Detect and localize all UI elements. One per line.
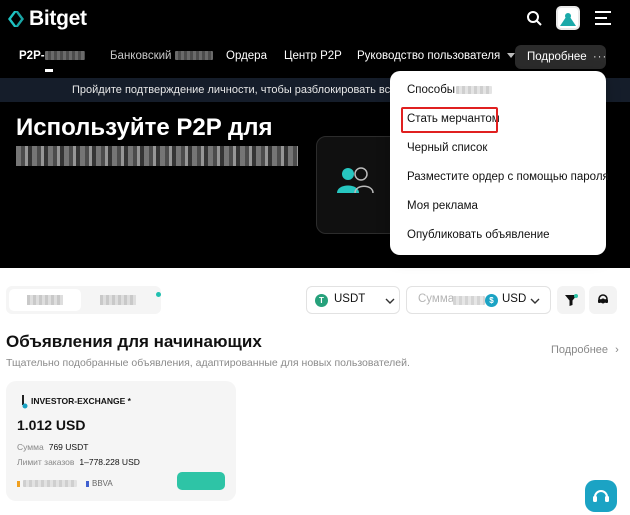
chevron-down-icon	[530, 298, 540, 304]
more-dropdown-menu: Способы Стать мерчантом Черный список Ра…	[390, 71, 609, 255]
more-button-label: Подробнее	[527, 51, 587, 63]
filter-icon	[565, 294, 578, 306]
blurred-text	[100, 295, 136, 305]
buy-sell-tabs	[6, 286, 161, 314]
payment-dot-icon	[17, 480, 20, 487]
nav-item-bank[interactable]: Банковский	[110, 44, 213, 68]
section-title: Объявления для начинающих	[6, 332, 262, 351]
ad-amount-value: 769 USDT	[48, 442, 89, 452]
menu-item-my-ads[interactable]: Моя реклама	[407, 196, 478, 216]
avatar-icon	[558, 8, 578, 28]
blurred-text	[44, 51, 85, 61]
blurred-text	[27, 295, 63, 305]
ad-payment-methods: BBVA	[17, 479, 113, 488]
ad-amount-label: Сумма	[17, 442, 44, 452]
ad-limit-row: Лимит заказов 1–778.228 USD	[17, 457, 140, 467]
highlight-box	[401, 107, 498, 133]
more-link-label: Подробнее	[551, 344, 609, 356]
more-button[interactable]: Подробнее ···	[515, 45, 606, 69]
blurred-text	[456, 85, 493, 94]
hamburger-menu-icon	[595, 11, 611, 25]
bitget-logo[interactable]: Bitget	[6, 6, 87, 32]
nav-item-user-guide[interactable]: Руководство пользователя	[357, 44, 516, 68]
nav-p2p-label: P2P-	[19, 50, 45, 62]
section-subtitle: Тщательно подобранные объявления, адапти…	[6, 357, 410, 369]
bitget-logo-icon	[8, 11, 24, 27]
agent-icon	[598, 294, 608, 304]
ad-limit-value: 1–778.228 USD	[79, 457, 140, 467]
payment-method-label: BBVA	[92, 479, 113, 488]
crypto-select[interactable]: T USDT	[306, 286, 400, 314]
blurred-text	[174, 51, 213, 61]
top-navigation-bar: Bitget P2P- Банковский Ордера Центр P2P	[0, 0, 630, 78]
chevron-down-icon	[385, 298, 395, 304]
more-link[interactable]: Подробнее ›	[551, 344, 619, 356]
chevron-right-icon: ›	[615, 344, 619, 356]
menu-button[interactable]	[594, 9, 612, 27]
customer-service-button[interactable]	[589, 286, 617, 314]
headset-icon	[593, 490, 609, 502]
blurred-text	[453, 296, 485, 305]
usdt-coin-icon: T	[315, 294, 328, 307]
brand-name: Bitget	[29, 7, 87, 30]
users-icon	[337, 167, 374, 194]
menu-item-password-order[interactable]: Разместите ордер с помощью пароля	[407, 167, 609, 187]
amount-fiat-input[interactable]: Сумма $ USD	[406, 286, 551, 314]
nav-guide-label: Руководство пользователя	[357, 50, 501, 62]
hero-title: Используйте P2P для	[16, 114, 273, 141]
nav-item-p2p-center[interactable]: Центр P2P	[284, 44, 342, 68]
menu-item-blacklist[interactable]: Черный список	[407, 138, 487, 158]
avatar[interactable]	[556, 6, 580, 30]
notice-text: Пройдите подтверждение личности, чтобы р…	[72, 84, 414, 96]
ellipsis-icon: ···	[592, 51, 608, 63]
nav-item-p2p[interactable]: P2P-	[19, 44, 85, 68]
payment-dot-icon	[86, 480, 89, 487]
search-button[interactable]	[524, 8, 544, 28]
blurred-text	[23, 480, 77, 487]
search-icon	[527, 11, 542, 26]
menu-item-label: Способы	[407, 84, 456, 96]
tab-buy[interactable]	[9, 289, 81, 311]
ad-card[interactable]: INVESTOR-EXCHANGE * 1.012 USD Сумма 769 U…	[6, 381, 236, 501]
buy-button[interactable]	[177, 472, 225, 490]
ad-price: 1.012 USD	[17, 417, 86, 433]
amount-placeholder: Сумма	[418, 293, 455, 305]
menu-item-payment-methods[interactable]: Способы	[407, 80, 493, 100]
menu-item-post-ad[interactable]: Опубликовать объявление	[407, 225, 550, 245]
ad-amount-row: Сумма 769 USDT	[17, 442, 88, 452]
nav-bank-label: Банковский	[110, 50, 172, 62]
usd-coin-icon: $	[485, 294, 498, 307]
crypto-select-value: USDT	[334, 293, 366, 305]
nav-item-orders[interactable]: Ордера	[226, 44, 267, 68]
merchant-avatar-icon	[22, 395, 28, 409]
fiat-select-value: USD	[502, 293, 527, 305]
nav-active-indicator	[45, 69, 53, 72]
merchant-name[interactable]: INVESTOR-EXCHANGE *	[31, 396, 131, 406]
tab-sell[interactable]	[86, 289, 161, 311]
ad-limit-label: Лимит заказов	[17, 457, 75, 467]
notification-dot	[156, 292, 161, 297]
hero-subtitle-blurred	[16, 146, 298, 166]
filter-button[interactable]	[557, 286, 585, 314]
support-chat-button[interactable]	[585, 480, 617, 512]
